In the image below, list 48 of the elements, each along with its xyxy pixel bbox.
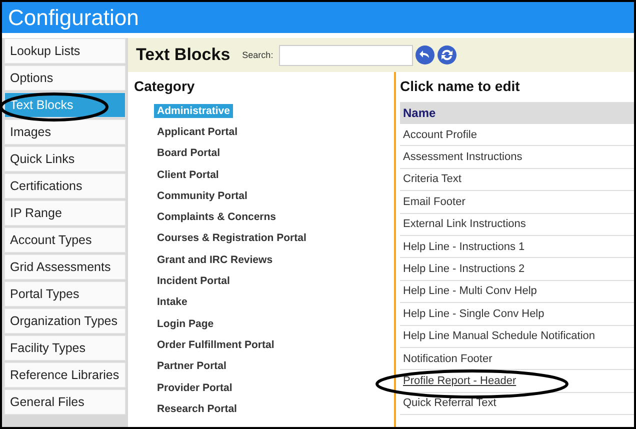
- category-item[interactable]: Board Portal: [154, 146, 224, 160]
- name-link[interactable]: Assessment Instructions: [400, 146, 634, 169]
- category-item[interactable]: Applicant Portal: [154, 124, 241, 139]
- column-header: Name: [400, 102, 634, 124]
- refresh-icon[interactable]: [437, 45, 458, 65]
- name-link[interactable]: Help Line - Single Conv Help: [400, 303, 634, 326]
- name-link[interactable]: Account Profile: [400, 124, 634, 146]
- category-item[interactable]: Client Portal: [154, 168, 222, 182]
- category-item[interactable]: Community Portal: [154, 188, 250, 203]
- names-heading: Click name to edit: [400, 78, 521, 96]
- category-item[interactable]: Order Fulfillment Portal: [154, 338, 278, 352]
- category-item[interactable]: Courses & Registration Portal: [154, 231, 310, 246]
- name-link[interactable]: External Link Instructions: [400, 214, 634, 236]
- category-item[interactable]: Complaints & Concerns: [154, 210, 280, 224]
- name-link[interactable]: Help Line - Instructions 1: [400, 236, 634, 258]
- category-item[interactable]: Intake: [154, 295, 190, 310]
- search-field[interactable]: [279, 44, 414, 66]
- name-link[interactable]: Help Line - Instructions 2: [400, 258, 634, 281]
- category-item[interactable]: Grant and IRC Reviews: [154, 252, 276, 267]
- sidebar-item[interactable]: Portal Types: [4, 281, 126, 307]
- sidebar-item[interactable]: Grid Assessments: [4, 254, 126, 280]
- sidebar-item[interactable]: IP Range: [4, 200, 126, 226]
- name-link[interactable]: Help Line - Multi Conv Help: [400, 280, 634, 304]
- search-label: Search:: [242, 50, 274, 60]
- sidebar-item[interactable]: Organization Types: [4, 308, 126, 334]
- sidebar-item[interactable]: Facility Types: [4, 335, 126, 361]
- sidebar-item[interactable]: Options: [4, 65, 126, 91]
- window-title: Configuration: [8, 4, 139, 30]
- name-link[interactable]: Profile Report - Header: [400, 370, 634, 393]
- sidebar-item[interactable]: Certifications: [4, 173, 126, 199]
- category-item[interactable]: Login Page: [154, 316, 217, 331]
- category-item[interactable]: Partner Portal: [154, 359, 230, 374]
- category-heading: Category: [134, 78, 196, 96]
- sidebar-item[interactable]: General Files: [4, 389, 126, 415]
- name-link[interactable]: Quick Referral Text: [400, 392, 634, 416]
- name-link[interactable]: Email Footer: [400, 191, 634, 214]
- page-title: Text Blocks: [136, 45, 230, 65]
- sidebar-item[interactable]: Lookup Lists: [4, 38, 126, 64]
- category-item[interactable]: Research Portal: [154, 402, 240, 416]
- name-link[interactable]: Criteria Text: [400, 168, 634, 192]
- name-link[interactable]: Notification Footer: [400, 348, 634, 370]
- name-link[interactable]: Help Line Manual Schedule Notification: [400, 326, 634, 348]
- sidebar-item[interactable]: Quick Links: [4, 146, 126, 172]
- sidebar-item[interactable]: Images: [4, 119, 126, 145]
- category-item[interactable]: Incident Portal: [154, 274, 233, 288]
- sidebar-item[interactable]: Reference Libraries: [4, 362, 126, 388]
- category-item[interactable]: Provider Portal: [154, 380, 236, 394]
- sidebar-item[interactable]: Account Types: [4, 227, 126, 253]
